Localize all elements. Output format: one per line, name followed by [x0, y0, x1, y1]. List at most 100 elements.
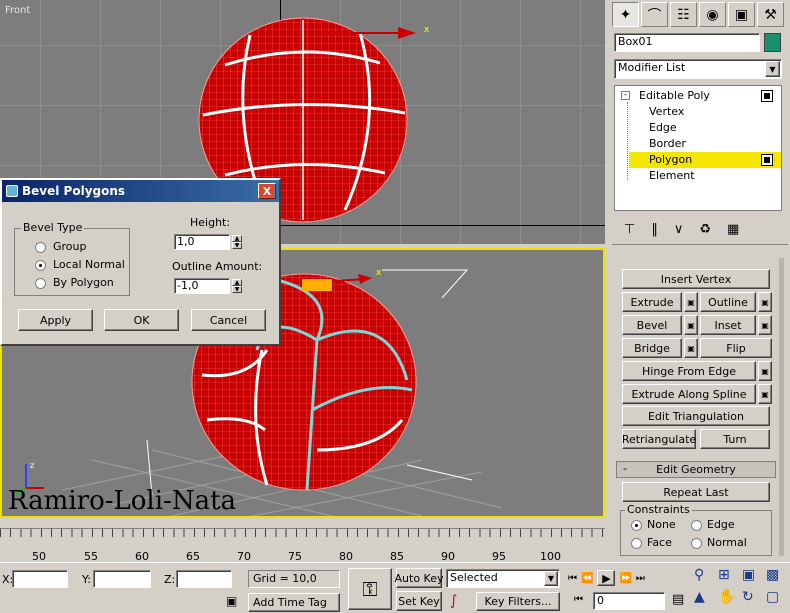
zoom-extents-icon[interactable]: ▣ — [742, 567, 764, 587]
constraint-normal-label[interactable]: Normal — [707, 536, 747, 549]
zoom-all-icon[interactable]: ⊞ — [718, 567, 740, 587]
viewport-label-front[interactable]: Front — [5, 5, 30, 16]
gizmo-x-arrow[interactable]: x — [320, 22, 440, 42]
outline-button[interactable]: Outline — [700, 292, 756, 312]
previous-frame-icon[interactable]: ⏪ — [581, 573, 593, 584]
display-tab-icon[interactable]: ▣ — [728, 2, 755, 27]
modify-tab-icon[interactable]: ⌒ — [641, 2, 668, 27]
maximize-viewport-icon[interactable]: ▢ — [766, 589, 788, 609]
go-to-end-icon[interactable]: ⏭ — [636, 573, 645, 584]
apply-button[interactable]: Apply — [18, 309, 93, 331]
bevel-by-polygon-radio[interactable] — [35, 278, 46, 289]
z-coord-field[interactable] — [176, 570, 232, 588]
cancel-button[interactable]: Cancel — [191, 309, 266, 331]
height-input[interactable]: 1,0 — [174, 234, 230, 250]
extrude-settings-icon[interactable]: ▣ — [684, 292, 698, 312]
show-end-result-icon[interactable]: ‖ — [651, 222, 658, 237]
constraint-edge-label[interactable]: Edge — [707, 518, 735, 531]
time-configuration-icon[interactable]: ▤ — [672, 592, 684, 607]
outline-amount-spinner[interactable]: ▲ ▼ — [232, 279, 242, 293]
retriangulate-button[interactable]: Retriangulate — [622, 429, 696, 449]
polygon-visibility-icon[interactable] — [761, 154, 773, 166]
chevron-down-icon[interactable]: ▼ — [765, 61, 780, 77]
go-to-start-icon[interactable]: ⏮ — [568, 573, 577, 584]
hinge-from-edge-button[interactable]: Hinge From Edge — [622, 361, 756, 381]
gizmo-perspective[interactable]: x — [292, 265, 392, 295]
stack-item-edge[interactable]: Edge — [649, 120, 677, 136]
make-unique-icon[interactable]: ∨ — [674, 222, 684, 237]
bridge-button[interactable]: Bridge — [622, 338, 682, 358]
insert-vertex-button[interactable]: Insert Vertex — [622, 269, 770, 289]
bevel-by-polygon-label[interactable]: By Polygon — [53, 276, 114, 289]
auto-key-button[interactable]: Auto Key — [395, 568, 444, 588]
constraint-none-radio[interactable] — [631, 520, 642, 531]
zoom-icon[interactable]: ⚲ — [694, 567, 716, 587]
add-time-tag-button[interactable]: Add Time Tag — [248, 593, 340, 612]
current-frame-field[interactable]: 0 — [593, 592, 665, 610]
modifier-list-dropdown[interactable]: Modifier List ▼ — [614, 59, 782, 79]
create-tab-icon[interactable]: ✦ — [612, 2, 639, 27]
selection-set-dropdown[interactable]: Selected ▼ — [446, 569, 560, 588]
ok-button[interactable]: OK — [104, 309, 179, 331]
edit-triangulation-button[interactable]: Edit Triangulation — [622, 406, 770, 426]
light-bulb-icon[interactable] — [761, 90, 773, 102]
stack-item-polygon[interactable]: Polygon — [649, 152, 692, 168]
remove-modifier-icon[interactable]: ♻ — [699, 222, 711, 237]
stack-item-border[interactable]: Border — [649, 136, 686, 152]
y-coord-field[interactable] — [93, 570, 151, 588]
constraint-face-label[interactable]: Face — [647, 536, 672, 549]
repeat-last-button[interactable]: Repeat Last — [622, 482, 770, 502]
collapse-icon[interactable]: - — [621, 91, 630, 100]
dialog-titlebar[interactable]: Bevel Polygons — [2, 180, 279, 202]
constraint-edge-radio[interactable] — [691, 520, 702, 531]
inset-settings-icon[interactable]: ▣ — [758, 315, 772, 335]
bevel-group-radio[interactable] — [35, 242, 46, 253]
curve-editor-icon[interactable]: ∫ — [450, 593, 457, 609]
bridge-settings-icon[interactable]: ▣ — [684, 338, 698, 358]
outline-settings-icon[interactable]: ▣ — [758, 292, 772, 312]
zoom-extents-all-icon[interactable]: ▩ — [766, 567, 788, 587]
extrude-button[interactable]: Extrude — [622, 292, 682, 312]
edit-geometry-rollout-title[interactable]: - Edit Geometry — [616, 461, 776, 478]
next-frame-icon[interactable]: ⏩ — [619, 573, 631, 584]
utilities-tab-icon[interactable]: ⚒ — [757, 2, 784, 27]
stack-item-element[interactable]: Element — [649, 168, 695, 184]
set-key-button[interactable]: Set Key — [396, 591, 442, 611]
turn-button[interactable]: Turn — [700, 429, 770, 449]
configure-sets-icon[interactable]: ▦ — [727, 222, 739, 237]
field-of-view-icon[interactable]: ▲ — [694, 589, 716, 609]
constraint-none-label[interactable]: None — [647, 518, 676, 531]
hierarchy-tab-icon[interactable]: ☷ — [670, 2, 697, 27]
pin-stack-icon[interactable]: ⊤ — [624, 222, 635, 237]
stack-item-vertex[interactable]: Vertex — [649, 104, 684, 120]
close-button[interactable]: X — [258, 183, 276, 199]
bevel-group-label[interactable]: Group — [53, 240, 87, 253]
stack-root-editable-poly[interactable]: Editable Poly — [639, 88, 710, 104]
motion-tab-icon[interactable]: ◉ — [699, 2, 726, 27]
bevel-local-normal-radio[interactable] — [35, 260, 46, 271]
key-mode-button[interactable]: ⚿ — [348, 568, 392, 610]
object-color-swatch[interactable] — [764, 33, 781, 52]
constraint-face-radio[interactable] — [631, 538, 642, 549]
orbit-icon[interactable]: ↻ — [742, 589, 764, 609]
extrude-spline-settings-icon[interactable]: ▣ — [758, 384, 772, 404]
bevel-settings-icon[interactable]: ▣ — [684, 315, 698, 335]
flip-button[interactable]: Flip — [700, 338, 772, 358]
bevel-button[interactable]: Bevel — [622, 315, 682, 335]
object-name-field[interactable]: Box01 — [614, 33, 760, 52]
bevel-local-normal-label[interactable]: Local Normal — [53, 258, 125, 271]
outline-amount-input[interactable]: -1,0 — [174, 278, 230, 294]
chevron-down-icon[interactable]: ▼ — [544, 571, 558, 586]
height-spinner[interactable]: ▲ ▼ — [232, 235, 242, 249]
inset-button[interactable]: Inset — [700, 315, 756, 335]
command-panel-scrollbar[interactable] — [779, 258, 784, 556]
x-coord-field[interactable] — [12, 570, 68, 588]
play-icon[interactable]: ▶ — [597, 570, 616, 586]
extrude-along-spline-button[interactable]: Extrude Along Spline — [622, 384, 756, 404]
key-mode-toggle-icon[interactable]: ⏮ — [574, 594, 583, 605]
pan-icon[interactable]: ✋ — [718, 589, 740, 609]
constraint-normal-radio[interactable] — [691, 538, 702, 549]
hinge-settings-icon[interactable]: ▣ — [758, 361, 772, 381]
modifier-stack[interactable]: - Editable Poly Vertex Edge Border Polyg… — [614, 85, 782, 211]
key-filters-button[interactable]: Key Filters... — [476, 592, 560, 611]
